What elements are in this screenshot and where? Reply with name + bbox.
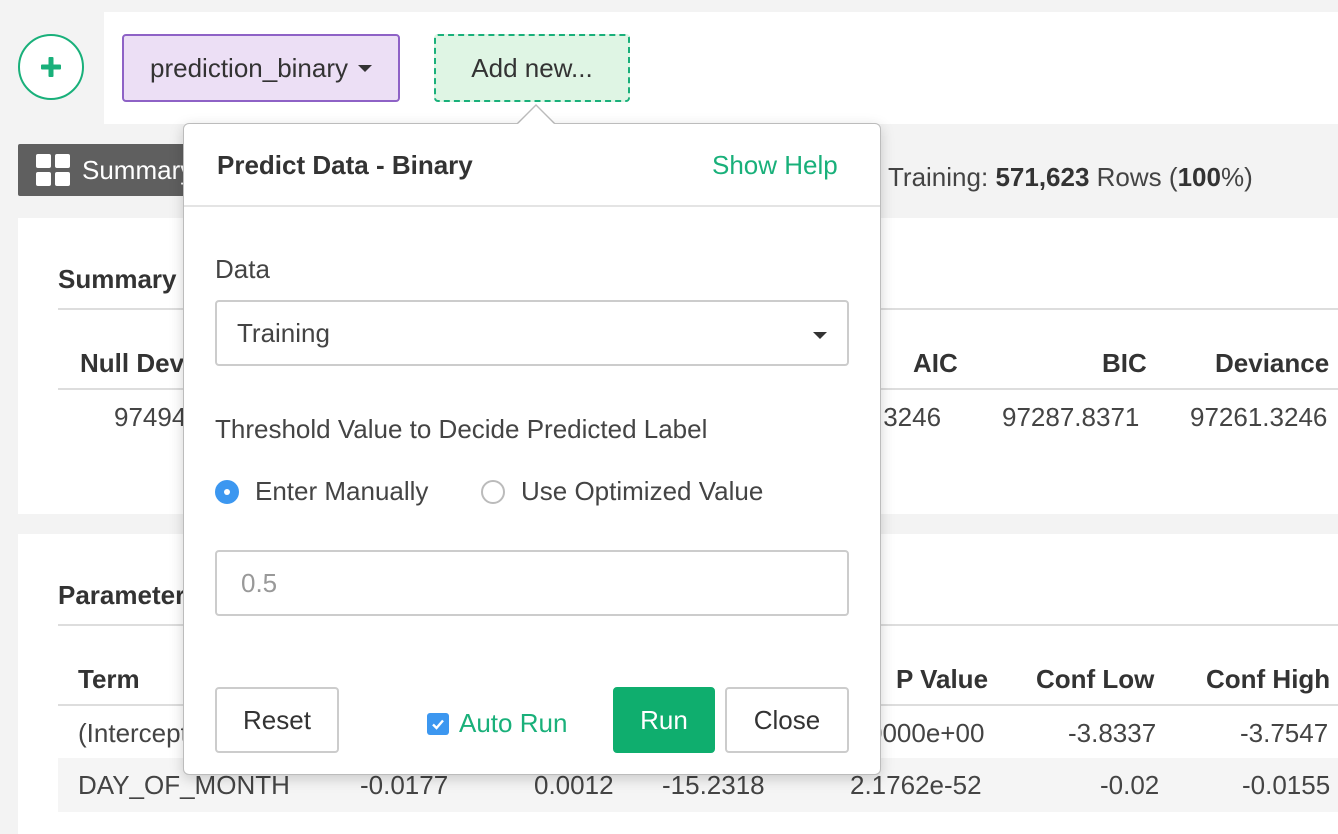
training-row-count: Training: 571,623 Rows (100%): [888, 162, 1253, 192]
cell-conf-high: -3.7547: [1240, 718, 1329, 748]
close-button[interactable]: Close: [725, 687, 849, 753]
radio-use-optimized[interactable]: Use Optimized Value: [481, 476, 763, 507]
step-label: prediction_binary: [150, 52, 349, 83]
dialog-title: Predict Data - Binary: [217, 150, 473, 180]
col-bic: BIC: [1102, 348, 1147, 378]
radio-manual-label: Enter Manually: [255, 476, 429, 506]
add-new-step-button[interactable]: Add new...: [434, 34, 630, 102]
threshold-label: Threshold Value to Decide Predicted Labe…: [215, 414, 708, 444]
run-button[interactable]: Run: [613, 687, 715, 753]
radio-unselected-icon: [481, 479, 505, 504]
data-select[interactable]: Training: [215, 300, 849, 366]
cell-conf-low: -0.02: [1100, 770, 1160, 800]
cell-aic: .3246: [876, 402, 942, 432]
col-deviance: Deviance: [1215, 348, 1330, 378]
plus-icon: [41, 57, 61, 77]
show-help-link[interactable]: Show Help: [712, 150, 838, 181]
col-conf-low: Conf Low: [1036, 664, 1155, 694]
radio-enter-manually[interactable]: Enter Manually: [215, 476, 428, 507]
add-new-label: Add new...: [471, 52, 593, 83]
auto-run-checkbox[interactable]: Auto Run: [427, 708, 567, 739]
grid-icon: [36, 154, 70, 186]
col-term: Term: [78, 664, 140, 694]
divider: [184, 205, 880, 207]
checkmark-icon: [427, 712, 449, 735]
summary-view-label: Summary: [82, 154, 194, 185]
col-conf-high: Conf High: [1206, 664, 1331, 694]
cell-null-deviance: 97494: [114, 402, 187, 432]
data-label: Data: [215, 254, 270, 284]
col-aic: AIC: [913, 348, 958, 378]
threshold-input[interactable]: [215, 550, 849, 616]
col-p-value: P Value: [896, 664, 989, 694]
caret-down-icon: [358, 64, 373, 72]
summary-panel-title: Summary: [58, 264, 177, 294]
auto-run-label: Auto Run: [459, 708, 568, 738]
add-step-button[interactable]: [18, 34, 84, 100]
cell-conf-low: -3.8337: [1068, 718, 1157, 748]
cell-bic: 97287.8371: [1002, 402, 1140, 432]
caret-down-icon: [813, 332, 827, 339]
data-select-value: Training: [237, 317, 330, 348]
cell-term: (Intercept): [78, 718, 197, 748]
predict-binary-dialog: Predict Data - Binary Show Help Data Tra…: [183, 123, 881, 775]
cell-deviance: 97261.3246: [1190, 402, 1328, 432]
step-prediction-binary[interactable]: prediction_binary: [122, 34, 401, 102]
cell-p-value: 0000e+00: [868, 718, 985, 748]
radio-optimized-label: Use Optimized Value: [521, 476, 764, 506]
popover-arrow-inner: [517, 106, 555, 125]
parameter-panel-title: Parameter: [58, 580, 186, 610]
radio-selected-icon: [215, 479, 239, 504]
cell-conf-high: -0.0155: [1242, 770, 1331, 800]
reset-button[interactable]: Reset: [215, 687, 339, 753]
